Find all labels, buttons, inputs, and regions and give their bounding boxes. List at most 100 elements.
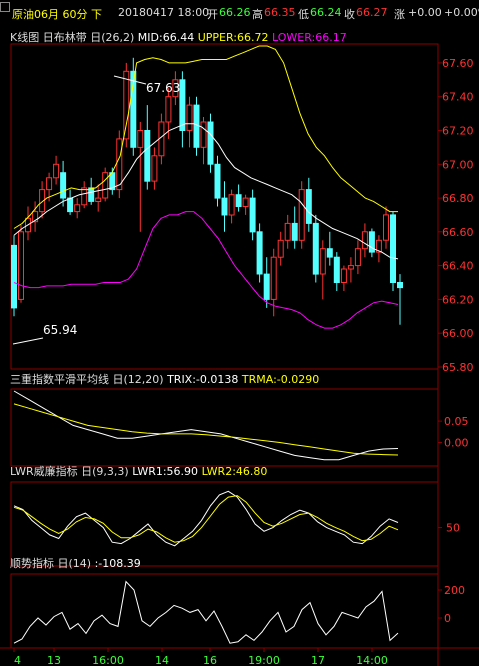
candle-up [46, 177, 53, 191]
close-label: 收 [344, 8, 355, 21]
cci-value-label: :-108.39 [94, 557, 141, 570]
lwr-panel-frame [10, 481, 439, 567]
kline-y-tick-label: 66.20 [442, 293, 474, 306]
candle-up [81, 187, 88, 206]
kline-low-marker: 65.94 [43, 323, 77, 337]
trma-value-label: TRMA:-0.0290 [241, 373, 320, 386]
low-value: 66.24 [310, 6, 342, 19]
candle-down [305, 189, 312, 224]
lwr-params: (9,3,3) [92, 465, 129, 478]
candle-down [67, 197, 74, 213]
lwr2-value-label: LWR2:46.80 [201, 465, 268, 478]
open-value: 66.26 [219, 6, 251, 19]
candle-up [165, 96, 172, 123]
cci-plot[interactable] [13, 580, 399, 644]
lwr1-value-label: LWR1:56.90 [132, 465, 199, 478]
x-tick-label: 16 [203, 654, 217, 666]
candle-up [116, 138, 123, 191]
trix-line [13, 390, 399, 461]
kline-legend: K线图 日布林带 日(26,2) MID:66.44 UPPER:66.72 L… [10, 31, 347, 45]
candle-down [88, 187, 95, 202]
close-value: 66.27 [356, 6, 388, 19]
candle-down [390, 214, 396, 283]
trma-line [13, 403, 399, 456]
high-marker-line [113, 75, 147, 85]
change-value: +0.00 [408, 6, 442, 19]
lwr-plot[interactable] [13, 490, 399, 547]
cci-params: (14) [68, 557, 92, 570]
kline-toggle-params[interactable]: 日 [90, 31, 101, 44]
candle-up [347, 265, 354, 270]
kline-toggle[interactable]: 日 [43, 31, 54, 44]
candle-down [291, 222, 298, 241]
kline-y-tick-label: 67.20 [442, 125, 474, 138]
kline-params: (26,2) [101, 31, 135, 44]
candle-up [95, 197, 102, 203]
axis-labels: 67.60 67.40 67.20 67.00 66.80 66.60 66.40 66.20… [13, 57, 474, 666]
candle-up [200, 121, 207, 148]
cci-toggle[interactable]: 日 [58, 557, 69, 570]
trix-title[interactable]: 三重指数平滑平均线 [10, 373, 109, 386]
lwr-title[interactable]: LWR威廉指标 [10, 465, 78, 478]
kline-lower-label: LOWER:66.17 [271, 31, 347, 44]
trix-y-tick-label: 0.05 [444, 415, 469, 428]
candle-up [340, 268, 347, 283]
candle-up [74, 204, 81, 213]
candle-up [123, 70, 130, 140]
kline-y-tick-label: 66.80 [442, 192, 474, 205]
candle-up [151, 155, 158, 182]
candle-up [383, 214, 389, 241]
lwr-y-tick-label: 50 [446, 522, 460, 535]
kline-upper-label: UPPER:66.72 [197, 31, 269, 44]
lwr-legend: LWR威廉指标 日(9,3,3) LWR1:56.90 LWR2:46.80 [10, 465, 267, 479]
trix-plot[interactable] [13, 390, 399, 461]
candle-up [242, 197, 249, 208]
cci-y-tick-label: 0 [444, 612, 451, 625]
kline-title[interactable]: K线图 [10, 31, 39, 44]
trix-toggle[interactable]: 日 [113, 373, 124, 386]
lwr-toggle[interactable]: 日 [81, 465, 92, 478]
contract-title[interactable]: 原油06月 60分 下 [12, 6, 102, 22]
change-label: 涨 [394, 8, 405, 21]
candle-up [228, 194, 235, 216]
candle-up [284, 222, 291, 241]
candle-down [221, 197, 228, 216]
candle-down [207, 121, 214, 165]
low-marker-line [12, 337, 44, 345]
kline-y-tick-label: 66.60 [442, 226, 474, 239]
x-tick-label: 19:00 [248, 654, 280, 666]
x-tick-label: 14:00 [356, 654, 388, 666]
candle-down [60, 172, 67, 199]
kline-y-tick-label: 67.00 [442, 158, 474, 171]
lwr2-line [13, 495, 399, 543]
kline-plot[interactable] [11, 45, 403, 329]
cci-title[interactable]: 顺势指标 [10, 557, 54, 570]
candle-down [144, 130, 151, 182]
candle-down [256, 231, 263, 275]
kline-y-tick-label: 66.00 [442, 327, 474, 340]
window-icon [0, 2, 10, 12]
kline-y-tick-label: 66.40 [442, 260, 474, 273]
cci-legend: 顺势指标 日(14) :-108.39 [10, 557, 141, 571]
candle-down [214, 163, 221, 199]
quote-header: 原油06月 60分 下 20180417 18:00 开 66.26 高 66.… [0, 0, 479, 24]
candle-up [18, 231, 24, 300]
open-label: 开 [207, 8, 218, 21]
bollinger-lower-line [13, 211, 399, 329]
candle-up [361, 231, 368, 250]
kline-y-tick-label: 67.60 [442, 57, 474, 70]
candle-down [249, 197, 256, 233]
candle-up [186, 104, 193, 131]
kline-indicator[interactable]: 布林带 [54, 31, 87, 44]
trix-y-tick-label: 0.00 [444, 437, 469, 450]
x-tick-label: 14 [155, 654, 169, 666]
quote-date-time: 20180417 18:00 [118, 6, 210, 19]
trix-value-label: TRIX:-0.0138 [167, 373, 239, 386]
candle-down [263, 273, 270, 300]
candle-down [397, 282, 403, 289]
low-label: 低 [298, 8, 309, 21]
cci-line [13, 580, 399, 644]
candle-down [326, 248, 333, 258]
lwr1-line [13, 490, 399, 547]
high-value: 66.35 [264, 6, 296, 19]
